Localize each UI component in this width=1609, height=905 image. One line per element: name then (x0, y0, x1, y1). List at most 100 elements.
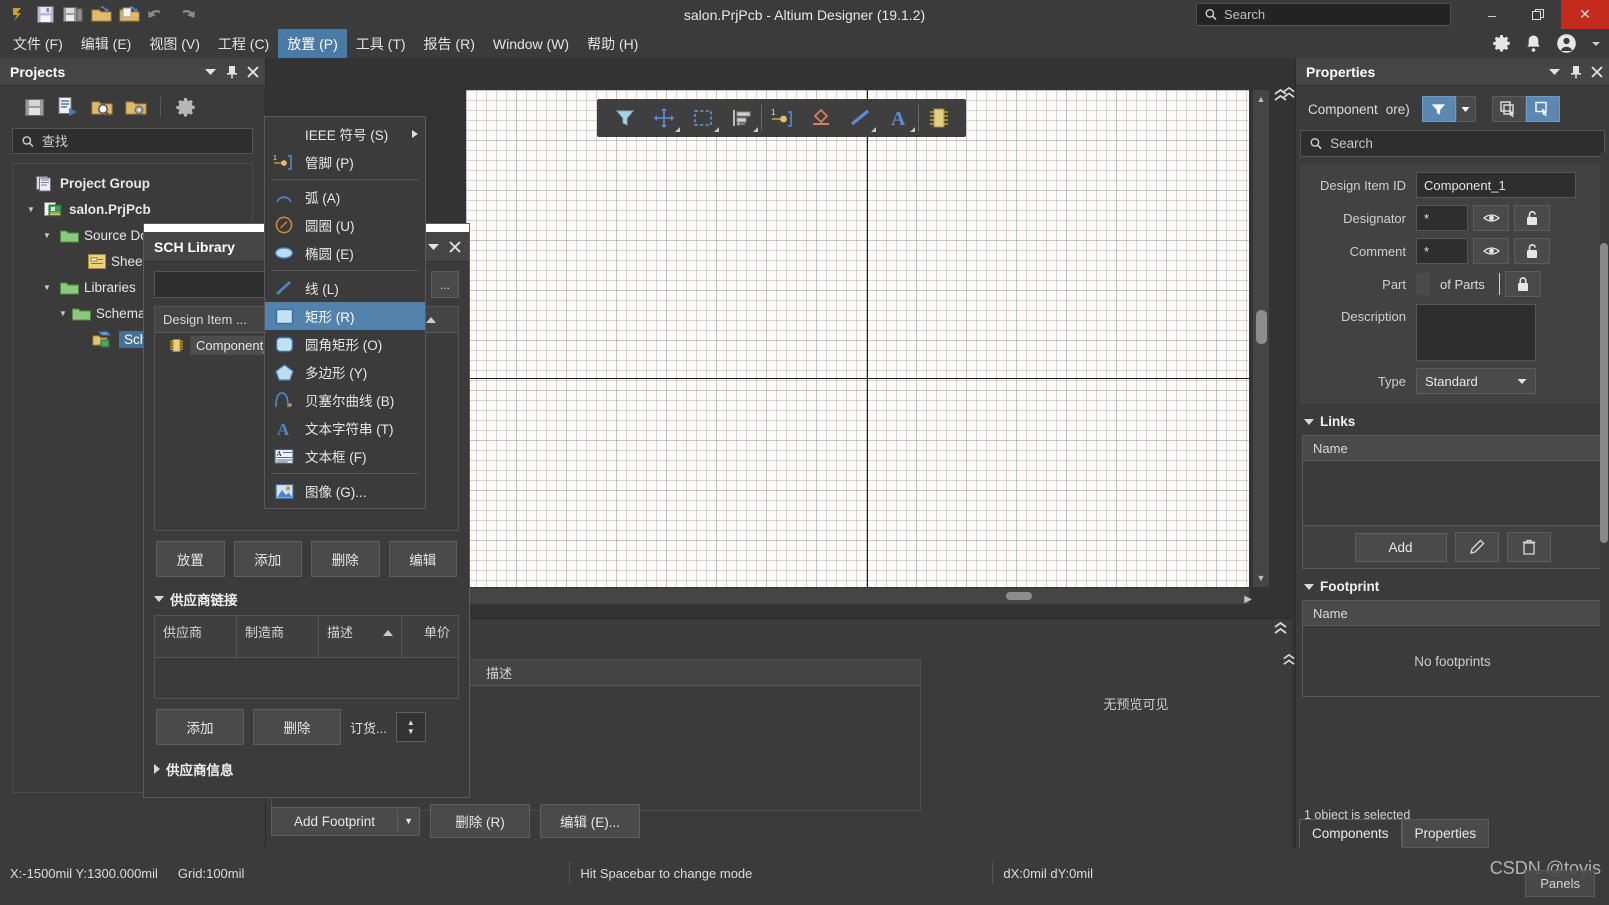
menu-item-arc[interactable]: 弧 (A) (265, 183, 425, 211)
close-icon[interactable] (1591, 65, 1603, 78)
open-folder-icon[interactable] (88, 2, 114, 28)
collapse-chevron-icon[interactable] (1273, 621, 1288, 636)
eye-icon[interactable] (1473, 238, 1509, 264)
links-add-button[interactable]: Add (1354, 532, 1447, 562)
chevron-down-icon[interactable] (1548, 67, 1561, 77)
supplier-order-link[interactable]: 订货... (350, 718, 387, 737)
place-no-erc-icon[interactable] (801, 101, 840, 135)
eye-icon[interactable] (1473, 205, 1509, 231)
restore-button[interactable] (1515, 0, 1561, 29)
open-project-icon[interactable] (116, 2, 142, 28)
links-list-body[interactable] (1303, 461, 1602, 525)
place-text-icon[interactable]: A (879, 101, 918, 135)
design-item-id-input[interactable] (1416, 172, 1576, 198)
tree-item-project-group[interactable]: Project Group (13, 170, 252, 196)
menu-view[interactable]: 视图 (V) (140, 29, 209, 59)
tab-components[interactable]: Components (1299, 819, 1402, 848)
supplier-spinner[interactable]: ▲ ▼ (395, 712, 426, 742)
collapse-chevron-icon[interactable] (1282, 86, 1296, 100)
links-section-title[interactable]: Links (1296, 404, 1609, 435)
scroll-right-arrow[interactable]: ▶ (1244, 594, 1252, 605)
supplier-table-body[interactable] (155, 658, 458, 698)
menu-place[interactable]: 放置 (P) (278, 28, 347, 59)
menu-item-polygon[interactable]: 多边形 (Y) (265, 358, 425, 386)
sch-library-browse-button[interactable]: ... (431, 271, 459, 298)
chevron-down-icon[interactable]: ▼ (397, 810, 419, 832)
unlock-icon[interactable] (1514, 205, 1550, 231)
footprint-section-title[interactable]: Footprint (1296, 569, 1609, 600)
properties-scrollbar[interactable] (1600, 153, 1608, 853)
gear-icon[interactable] (173, 95, 197, 119)
description-textarea[interactable] (1416, 304, 1536, 361)
edit-button[interactable]: 编辑 (388, 541, 457, 577)
twisty-down-icon[interactable]: ▼ (27, 205, 39, 214)
part-spinner[interactable] (1416, 273, 1430, 295)
delete-button[interactable]: 删除 (311, 541, 380, 577)
pin-icon[interactable] (1570, 65, 1582, 79)
twisty-down-icon[interactable]: ▼ (43, 231, 55, 240)
filter-icon[interactable] (1421, 96, 1456, 122)
menu-edit[interactable]: 编辑 (E) (72, 29, 141, 59)
global-search[interactable] (1196, 3, 1451, 26)
compile-icon[interactable] (56, 95, 80, 119)
filter-icon[interactable] (605, 101, 644, 135)
projects-find-input[interactable] (41, 133, 243, 149)
comment-input[interactable] (1416, 238, 1468, 264)
spinner-up-icon[interactable]: ▲ (407, 718, 415, 727)
scroll-up-arrow[interactable]: ▲ (1257, 90, 1266, 108)
unlock-icon[interactable] (1514, 238, 1550, 264)
designator-input[interactable] (1416, 205, 1468, 231)
chevron-down-icon[interactable] (204, 67, 217, 77)
delete-icon[interactable] (1506, 532, 1551, 562)
menu-item-rectangle[interactable]: 矩形 (R) (265, 302, 425, 330)
open-search-icon[interactable] (90, 95, 114, 119)
menu-item-bezier[interactable]: 贝塞尔曲线 (B) (265, 386, 425, 414)
select-similar-icon[interactable] (1491, 96, 1526, 122)
properties-search-input[interactable] (1330, 136, 1595, 151)
column-description[interactable]: 描述 (319, 616, 402, 658)
save-icon[interactable] (22, 95, 46, 119)
menu-reports[interactable]: 报告 (R) (415, 29, 484, 59)
place-line-icon[interactable] (840, 101, 879, 135)
add-button[interactable]: 添加 (233, 541, 302, 577)
schematic-sheet[interactable] (466, 90, 1249, 587)
tab-properties[interactable]: Properties (1401, 819, 1490, 848)
menu-item-image[interactable]: 图像 (G)... (265, 477, 425, 505)
spinner-down-icon[interactable]: ▼ (407, 727, 415, 736)
menu-help[interactable]: 帮助 (H) (578, 29, 647, 59)
column-description[interactable]: 描述 (472, 663, 512, 682)
delete-footprint-button[interactable]: 删除 (R) (430, 804, 531, 838)
select-area-icon[interactable] (683, 101, 722, 135)
save-all-icon[interactable] (60, 2, 86, 28)
place-pin-icon[interactable]: 1 (762, 101, 801, 135)
chevron-down-icon[interactable] (1591, 40, 1601, 48)
panels-button[interactable]: Panels (1525, 870, 1595, 897)
gear-icon[interactable] (1492, 34, 1511, 53)
project-options-icon[interactable] (124, 95, 148, 119)
menu-item-text-frame[interactable]: A 文本框 (F) (265, 442, 425, 470)
canvas-horizontal-scrollbar[interactable] (466, 588, 1249, 604)
column-supplier[interactable]: 供应商 (155, 616, 237, 658)
canvas-vertical-scrollbar[interactable]: ▲ ▼ (1253, 90, 1269, 587)
twisty-down-icon[interactable]: ▼ (59, 309, 67, 318)
scrollbar-thumb[interactable] (1255, 310, 1267, 344)
menu-item-pin[interactable]: 1 管脚 (P) (265, 148, 425, 176)
account-icon[interactable] (1556, 33, 1577, 54)
properties-search[interactable] (1300, 130, 1605, 157)
pin-icon[interactable] (226, 65, 238, 79)
bell-icon[interactable] (1525, 34, 1542, 53)
menu-item-circle[interactable]: 圆圈 (U) (265, 211, 425, 239)
menu-project[interactable]: 工程 (C) (209, 29, 278, 59)
collapse-chevron-icon-2[interactable] (1282, 653, 1296, 667)
tree-item-salon-prjpcb[interactable]: ▼ salon.PrjPcb (13, 196, 252, 222)
add-footprint-button[interactable]: Add Footprint ▼ (271, 806, 421, 836)
global-search-input[interactable] (1223, 7, 1442, 22)
supplier-add-button[interactable]: 添加 (156, 709, 244, 745)
scroll-down-arrow[interactable]: ▼ (1257, 569, 1266, 587)
edit-icon[interactable] (1454, 532, 1499, 562)
chevron-down-icon[interactable] (427, 242, 440, 252)
filter-dropdown-chevron-down-icon[interactable] (1455, 96, 1476, 122)
menu-file[interactable]: 文件 (F) (4, 29, 72, 59)
menu-item-line[interactable]: 线 (L) (265, 274, 425, 302)
lock-icon[interactable] (1504, 271, 1541, 297)
